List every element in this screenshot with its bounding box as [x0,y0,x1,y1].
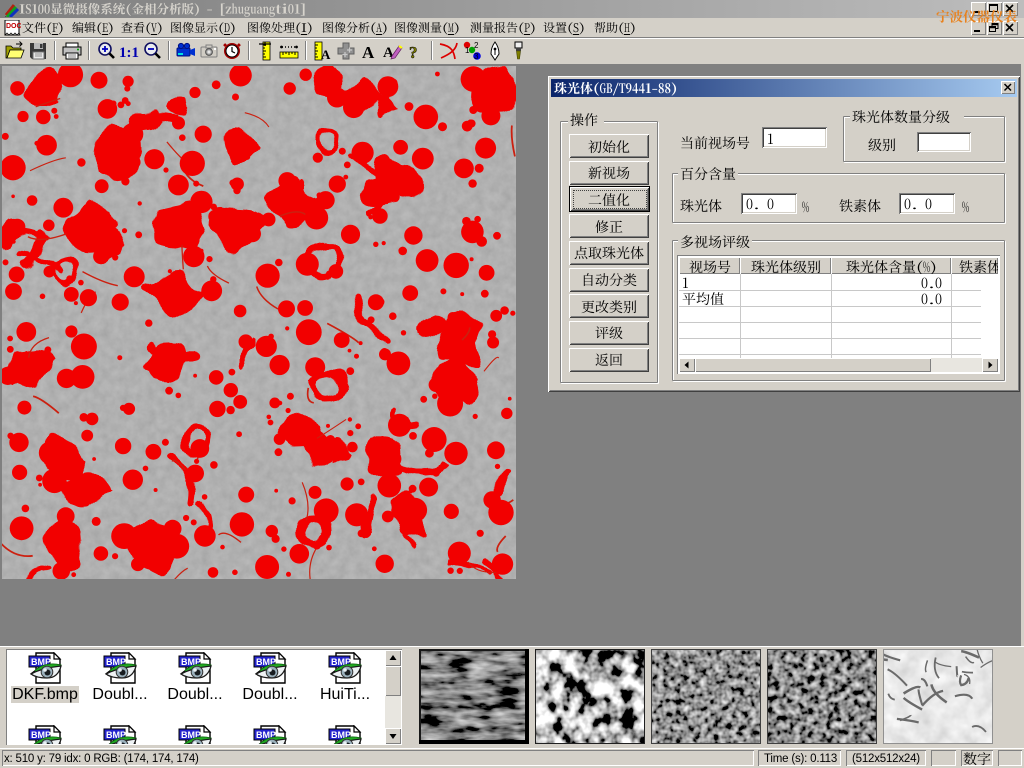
svg-text:?: ? [409,43,418,62]
svg-text:2: 2 [474,41,479,50]
svg-text:A: A [321,47,331,62]
svg-text:A: A [362,43,375,62]
svg-text:1:1: 1:1 [119,45,139,61]
svg-text:3: 3 [474,52,479,61]
svg-text:DOC: DOC [6,23,21,30]
